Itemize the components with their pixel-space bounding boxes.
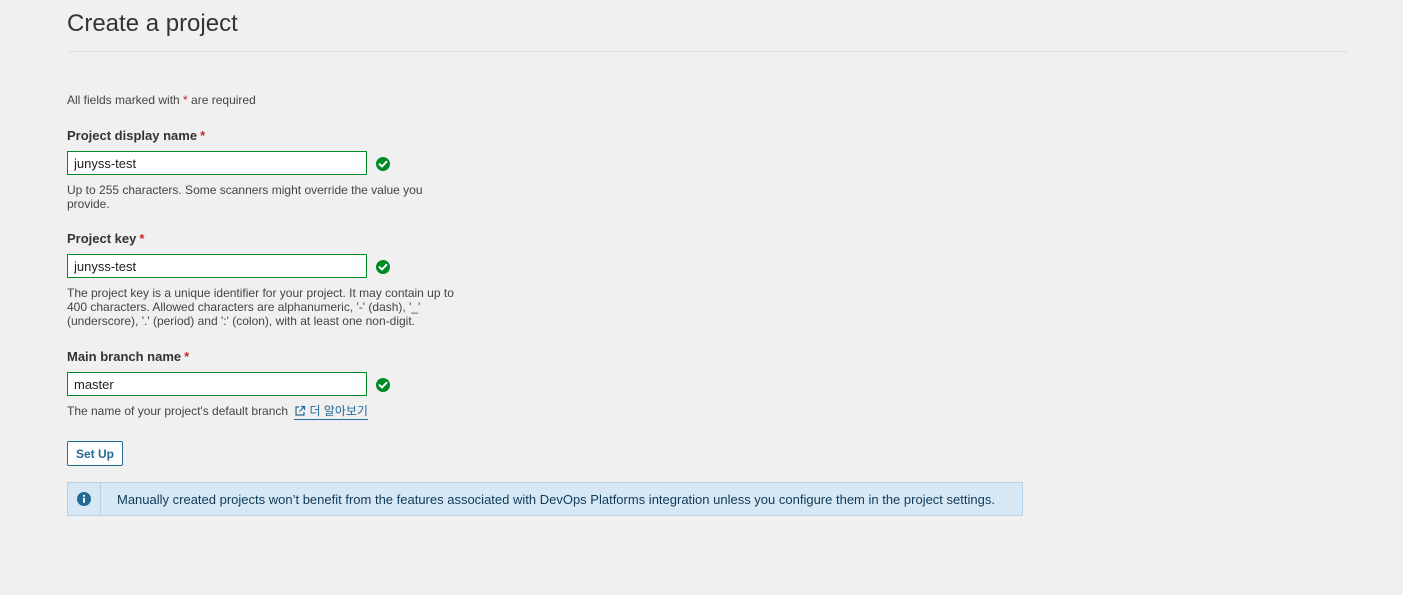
learn-more-link[interactable]: 더 알아보기 <box>294 404 368 420</box>
project-key-input[interactable] <box>67 254 367 278</box>
main-branch-input-row <box>67 372 467 396</box>
project-key-label: Project key * <box>67 230 467 248</box>
learn-more-label: 더 알아보기 <box>309 404 368 418</box>
title-divider <box>67 51 1348 52</box>
info-banner: Manually created projects won’t benefit … <box>67 482 1023 516</box>
project-key-input-row <box>67 254 467 278</box>
main-branch-label-text: Main branch name <box>67 349 182 364</box>
required-fields-note: All fields marked with * are required <box>67 92 256 108</box>
display-name-required-asterisk: * <box>200 128 206 143</box>
info-icon-cell <box>68 483 101 515</box>
main-branch-help-text: The name of your project's default branc… <box>67 404 289 418</box>
display-name-label-text: Project display name <box>67 128 198 143</box>
main-branch-input[interactable] <box>67 372 367 396</box>
main-branch-help: The name of your project's default branc… <box>67 404 467 420</box>
info-icon <box>77 492 91 506</box>
required-note-suffix: are required <box>187 93 256 107</box>
display-name-input[interactable] <box>67 151 367 175</box>
project-key-required-asterisk: * <box>139 231 145 246</box>
display-name-help: Up to 255 characters. Some scanners migh… <box>67 183 423 211</box>
display-name-field: Project display name* Up to 255 characte… <box>67 127 467 211</box>
main-branch-required-asterisk: * <box>184 349 190 364</box>
info-message: Manually created projects won’t benefit … <box>117 491 995 507</box>
project-key-help: The project key is a unique identifier f… <box>67 286 454 328</box>
required-note-prefix: All fields marked with <box>67 93 184 107</box>
check-circle-icon <box>376 260 390 274</box>
display-name-label: Project display name * <box>67 127 467 145</box>
main-branch-label: Main branch name * <box>67 348 467 366</box>
setup-button[interactable]: Set Up <box>67 441 124 466</box>
check-circle-icon <box>376 157 390 171</box>
project-key-field: Project key* The project key is a unique… <box>67 230 467 328</box>
external-link-icon <box>295 405 306 416</box>
create-project-page: Create a project All fields marked with … <box>0 0 1403 595</box>
check-circle-icon <box>376 378 390 392</box>
display-name-input-row <box>67 151 467 175</box>
main-branch-field: Main branch name* The name of your proje… <box>67 348 467 420</box>
project-key-label-text: Project key <box>67 231 137 246</box>
page-title: Create a project <box>67 10 238 37</box>
